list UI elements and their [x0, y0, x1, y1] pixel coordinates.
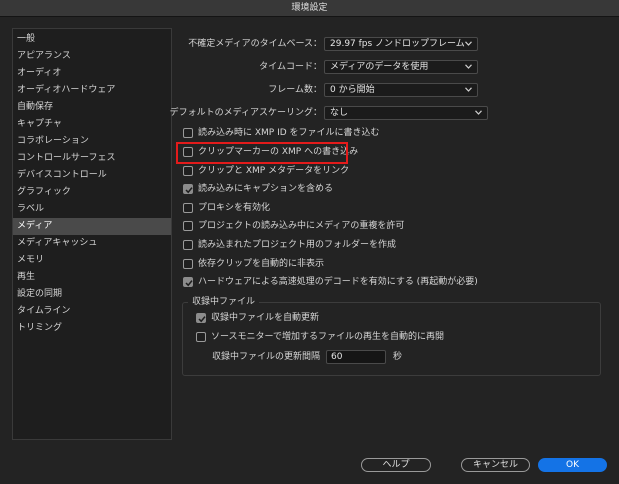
- sidebar-item-control-surface[interactable]: コントロールサーフェス: [13, 150, 171, 167]
- sidebar-item-general[interactable]: 一般: [13, 31, 171, 48]
- sidebar-item-media[interactable]: メディア: [13, 218, 171, 235]
- timecode-value: メディアのデータを使用: [330, 62, 429, 72]
- timecode-label: タイムコード：: [259, 62, 322, 72]
- sidebar-item-device-control[interactable]: デバイスコントロール: [13, 167, 171, 184]
- sidebar-item-appearance[interactable]: アピアランス: [13, 48, 171, 65]
- frame-count-value: 0 から開始: [330, 85, 375, 95]
- scaling-label: デフォルトのメディアスケーリング：: [169, 108, 322, 118]
- help-button[interactable]: ヘルプ: [361, 458, 431, 472]
- auto-refresh-checkbox[interactable]: [196, 313, 206, 323]
- timebase-value: 29.97 fps ノンドロップフレーム: [330, 39, 465, 49]
- sidebar-item-collaboration[interactable]: コラボレーション: [13, 133, 171, 150]
- timebase-label: 不確定メディアのタイムベース：: [188, 39, 322, 49]
- checkmark-icon: [185, 280, 193, 287]
- sidebar-item-audio[interactable]: オーディオ: [13, 65, 171, 82]
- scaling-value: なし: [330, 108, 349, 118]
- chevron-down-icon: [465, 64, 472, 69]
- sidebar-item-memory[interactable]: メモリ: [13, 252, 171, 269]
- ingest-group-title: 収録中ファイル: [188, 296, 260, 308]
- checkmark-icon: [198, 316, 206, 323]
- frame-count-select[interactable]: 0 から開始: [324, 83, 478, 97]
- sidebar-item-sync-settings[interactable]: 設定の同期: [13, 286, 171, 303]
- include-captions-label: 読み込みにキャプションを含める: [198, 184, 334, 194]
- write-xmp-id-label: 読み込み時に XMP ID をファイルに書き込む: [198, 128, 380, 138]
- hardware-decoding-checkbox[interactable]: [183, 277, 193, 287]
- cancel-button[interactable]: キャンセル: [461, 458, 530, 472]
- allow-duplicate-media-label: プロジェクトの読み込み中にメディアの重複を許可: [198, 221, 405, 231]
- refresh-interval-label: 収録中ファイルの更新間隔: [211, 352, 320, 362]
- link-xmp-metadata-label: クリップと XMP メタデータをリンク: [198, 166, 350, 176]
- preferences-sidebar: 一般 アピアランス オーディオ オーディオハードウェア 自動保存 キャプチャ コ…: [12, 28, 172, 440]
- ok-button[interactable]: OK: [538, 458, 607, 472]
- sidebar-item-auto-save[interactable]: 自動保存: [13, 99, 171, 116]
- include-captions-checkbox[interactable]: [183, 184, 193, 194]
- sidebar-item-audio-hardware[interactable]: オーディオハードウェア: [13, 82, 171, 99]
- write-xmp-id-checkbox[interactable]: [183, 128, 193, 138]
- annotation-highlight-box: [176, 142, 348, 164]
- allow-duplicate-media-checkbox[interactable]: [183, 221, 193, 231]
- hide-dependent-clips-checkbox[interactable]: [183, 259, 193, 269]
- timecode-select[interactable]: メディアのデータを使用: [324, 60, 478, 74]
- auto-play-label: ソースモニターで増加するファイルの再生を自動的に再開: [211, 332, 445, 342]
- sidebar-item-media-cache[interactable]: メディアキャッシュ: [13, 235, 171, 252]
- hardware-decoding-label: ハードウェアによる高速処理のデコードを有効にする (再起動が必要): [198, 277, 478, 287]
- scaling-select[interactable]: なし: [324, 106, 488, 120]
- timebase-select[interactable]: 29.97 fps ノンドロップフレーム: [324, 37, 478, 51]
- create-project-folder-checkbox[interactable]: [183, 240, 193, 250]
- link-xmp-metadata-checkbox[interactable]: [183, 166, 193, 176]
- refresh-interval-unit: 秒: [393, 352, 403, 362]
- sidebar-item-graphics[interactable]: グラフィック: [13, 184, 171, 201]
- hide-dependent-clips-label: 依存クリップを自動的に非表示: [198, 259, 325, 269]
- auto-play-checkbox[interactable]: [196, 332, 206, 342]
- auto-refresh-label: 収録中ファイルを自動更新: [211, 313, 320, 323]
- sidebar-item-capture[interactable]: キャプチャ: [13, 116, 171, 133]
- enable-proxies-label: プロキシを有効化: [198, 203, 271, 213]
- enable-proxies-checkbox[interactable]: [183, 203, 193, 213]
- sidebar-item-timeline[interactable]: タイムライン: [13, 303, 171, 320]
- checkmark-icon: [185, 187, 193, 194]
- sidebar-item-labels[interactable]: ラベル: [13, 201, 171, 218]
- create-project-folder-label: 読み込まれたプロジェクト用のフォルダーを作成: [198, 240, 397, 250]
- chevron-down-icon: [465, 87, 472, 92]
- sidebar-item-trimming[interactable]: トリミング: [13, 320, 171, 337]
- chevron-down-icon: [475, 110, 482, 115]
- sidebar-item-playback[interactable]: 再生: [13, 269, 171, 286]
- window-title: 環境設定: [0, 0, 619, 17]
- frame-count-label: フレーム数：: [268, 85, 322, 95]
- chevron-down-icon: [465, 41, 472, 46]
- refresh-interval-input[interactable]: 60: [326, 350, 386, 364]
